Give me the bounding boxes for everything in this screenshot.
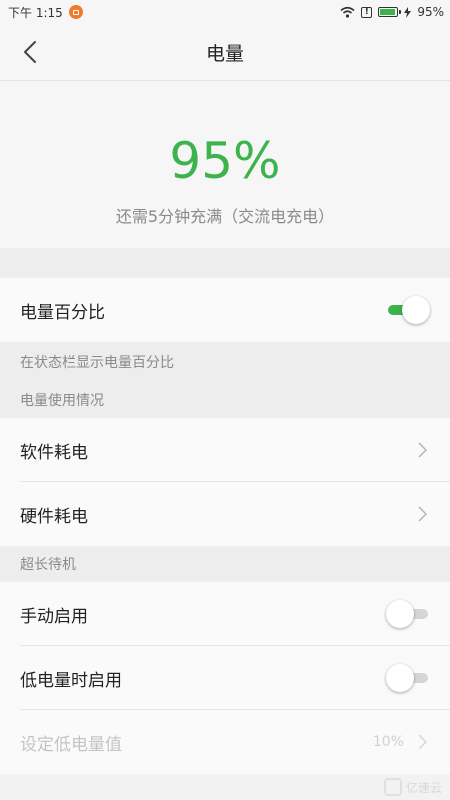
battery-percentage-hint: 在状态栏显示电量百分比	[0, 342, 450, 382]
hardware-usage-row[interactable]: 硬件耗电	[0, 482, 450, 546]
battery-percent-display: 95%	[169, 132, 281, 190]
toggle-knob	[386, 600, 414, 628]
low-battery-standby-label: 低电量时启用	[20, 670, 122, 691]
status-battery-percent: 95%	[417, 5, 444, 19]
wifi-icon	[340, 6, 355, 18]
standby-section-header: 超长待机	[0, 546, 450, 582]
manual-standby-row[interactable]: 手动启用	[0, 582, 450, 646]
charging-bolt-icon	[404, 6, 412, 18]
section-spacer	[0, 248, 450, 278]
status-bar-left: 下午 1:15	[8, 4, 83, 21]
app-notification-icon	[68, 5, 83, 19]
chevron-right-icon	[414, 732, 430, 752]
low-battery-standby-toggle[interactable]	[386, 664, 430, 692]
chevron-right-icon	[414, 504, 430, 524]
chevron-right-icon	[414, 440, 430, 460]
status-bar-right: ! 95%	[340, 5, 444, 19]
hardware-usage-label: 硬件耗电	[20, 506, 88, 527]
battery-icon	[378, 7, 402, 17]
battery-level-fill	[380, 9, 395, 15]
watermark-logo-icon	[383, 778, 402, 796]
manual-standby-toggle[interactable]	[386, 600, 430, 628]
toggle-knob	[402, 296, 430, 324]
watermark: 亿速云	[383, 778, 442, 796]
battery-percentage-hint-text: 在状态栏显示电量百分比	[20, 355, 174, 371]
battery-summary: 95% 还需5分钟充满（交流电充电）	[0, 81, 450, 248]
alert-icon: !	[361, 6, 373, 18]
manual-standby-label: 手动启用	[20, 606, 88, 627]
low-battery-standby-row[interactable]: 低电量时启用	[0, 646, 450, 710]
charging-status-text: 还需5分钟充满（交流电充电）	[115, 207, 335, 226]
title-bar: 电量	[0, 24, 450, 81]
chevron-left-icon	[24, 41, 36, 63]
status-bar: 下午 1:15 ! 95%	[0, 0, 450, 24]
standby-section-title: 超长待机	[20, 557, 76, 573]
threshold-value: 10%	[372, 734, 404, 750]
software-usage-label: 软件耗电	[20, 442, 88, 463]
battery-percentage-row[interactable]: 电量百分比	[0, 278, 450, 342]
battery-percentage-toggle[interactable]	[386, 296, 430, 324]
usage-section-header: 电量使用情况	[0, 382, 450, 418]
low-battery-threshold-row[interactable]: 设定低电量值 10%	[0, 710, 450, 774]
threshold-value-wrap: 10%	[373, 732, 430, 752]
back-button[interactable]	[10, 32, 50, 72]
status-time: 下午 1:15	[8, 5, 63, 20]
battery-percentage-label: 电量百分比	[20, 302, 105, 323]
watermark-text: 亿速云	[405, 780, 442, 795]
page-title: 电量	[205, 42, 244, 65]
software-usage-row[interactable]: 软件耗电	[0, 418, 450, 482]
usage-section-title: 电量使用情况	[20, 393, 104, 409]
low-battery-threshold-label: 设定低电量值	[20, 734, 122, 755]
toggle-knob	[386, 664, 414, 692]
